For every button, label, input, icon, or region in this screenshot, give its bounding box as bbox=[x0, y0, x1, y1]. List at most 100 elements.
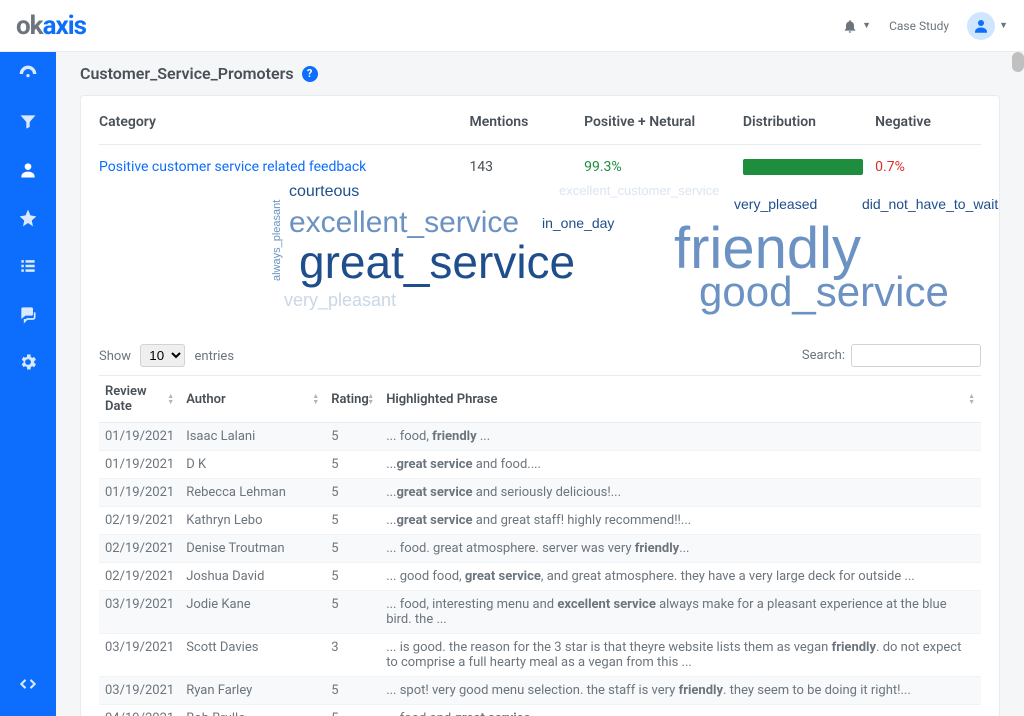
sort-icon: ▲▼ bbox=[968, 393, 975, 405]
cell-phrase: ... food, friendly ... bbox=[380, 423, 981, 451]
cell-rating: 5 bbox=[325, 535, 380, 563]
cell-date: 03/19/2021 bbox=[99, 634, 180, 677]
cell-phrase: ... food and great service... bbox=[380, 705, 981, 716]
wordcloud-term[interactable]: did_not_have_to_wait bbox=[862, 196, 998, 212]
th-distribution: Distribution bbox=[743, 114, 816, 130]
cell-date: 01/19/2021 bbox=[99, 479, 180, 507]
cell-rating: 5 bbox=[325, 705, 380, 716]
cell-date: 01/19/2021 bbox=[99, 423, 180, 451]
table-row: 02/19/2021Denise Troutman5... food. grea… bbox=[99, 535, 981, 563]
help-icon[interactable]: ? bbox=[302, 66, 318, 82]
entries-label: entries bbox=[195, 349, 235, 364]
logo-part2: axis bbox=[43, 11, 86, 41]
cell-rating: 5 bbox=[325, 423, 380, 451]
topbar: okaxis ▼ Case Study ▼ bbox=[0, 0, 1024, 52]
cell-phrase: ...great service and food.... bbox=[380, 451, 981, 479]
show-label: Show bbox=[99, 349, 131, 364]
sidebar-users[interactable] bbox=[16, 158, 40, 182]
search-input[interactable] bbox=[851, 344, 981, 367]
sidebar-settings[interactable] bbox=[16, 350, 40, 374]
cell-rating: 5 bbox=[325, 591, 380, 634]
cell-date: 01/19/2021 bbox=[99, 451, 180, 479]
positive-value: 99.3% bbox=[584, 159, 622, 175]
category-table: Category Mentions Positive + Netural Dis… bbox=[99, 114, 981, 175]
category-link[interactable]: Positive customer service related feedba… bbox=[99, 159, 366, 175]
cell-date: 03/19/2021 bbox=[99, 677, 180, 705]
cell-author: Jodie Kane bbox=[180, 591, 325, 634]
th-author[interactable]: Author▲▼ bbox=[180, 376, 325, 423]
cell-rating: 5 bbox=[325, 677, 380, 705]
search-label: Search: bbox=[802, 348, 845, 363]
sidebar-list[interactable] bbox=[16, 254, 40, 278]
cell-date: 02/19/2021 bbox=[99, 563, 180, 591]
sort-icon: ▲▼ bbox=[167, 393, 174, 405]
wordcloud-term[interactable]: excellent_customer_service bbox=[559, 183, 719, 198]
cell-author: Bob Brullo bbox=[180, 705, 325, 716]
th-mentions: Mentions bbox=[469, 114, 528, 130]
case-study-label: Case Study bbox=[889, 19, 949, 33]
scrollbar-thumb[interactable] bbox=[1012, 52, 1024, 72]
cell-date: 03/19/2021 bbox=[99, 591, 180, 634]
cell-date: 02/19/2021 bbox=[99, 535, 180, 563]
sidebar-dashboard[interactable] bbox=[16, 62, 40, 86]
cell-author: Scott Davies bbox=[180, 634, 325, 677]
distribution-bar bbox=[743, 159, 863, 175]
caret-down-icon: ▼ bbox=[999, 20, 1008, 31]
table-row: 03/19/2021Scott Davies3... is good. the … bbox=[99, 634, 981, 677]
reviews-table: Review Date▲▼ Author▲▼ Rating▲▼ Highligh… bbox=[99, 375, 981, 716]
main-content: Customer_Service_Promoters ? Category Me… bbox=[56, 0, 1024, 716]
user-menu[interactable]: ▼ bbox=[967, 12, 1008, 40]
cell-rating: 5 bbox=[325, 451, 380, 479]
cell-phrase: ... spot! very good menu selection. the … bbox=[380, 677, 981, 705]
wordcloud-term[interactable]: always_pleasant bbox=[271, 200, 283, 281]
cell-author: Kathryn Lebo bbox=[180, 507, 325, 535]
wordcloud-term[interactable]: good_service bbox=[699, 268, 949, 316]
wordcloud-term[interactable]: very_pleasant bbox=[284, 290, 396, 311]
th-pos-neutral: Positive + Netural bbox=[584, 114, 695, 130]
cell-phrase: ...great service and seriously delicious… bbox=[380, 479, 981, 507]
category-card: Category Mentions Positive + Netural Dis… bbox=[80, 95, 1000, 716]
sort-icon: ▲▼ bbox=[367, 393, 374, 405]
cell-date: 02/19/2021 bbox=[99, 507, 180, 535]
cell-phrase: ... food, interesting menu and excellent… bbox=[380, 591, 981, 634]
sidebar-filter[interactable] bbox=[16, 110, 40, 134]
cell-author: Joshua David bbox=[180, 563, 325, 591]
sidebar bbox=[0, 0, 56, 716]
cell-author: Rebecca Lehman bbox=[180, 479, 325, 507]
cell-rating: 5 bbox=[325, 563, 380, 591]
table-row: 02/19/2021Joshua David5... good food, gr… bbox=[99, 563, 981, 591]
logo-part1: ok bbox=[16, 11, 43, 41]
entries-select[interactable]: 10 bbox=[140, 344, 185, 367]
wordcloud-term[interactable]: very_pleased bbox=[734, 196, 817, 212]
cell-author: Isaac Lalani bbox=[180, 423, 325, 451]
cell-rating: 5 bbox=[325, 479, 380, 507]
cell-date: 04/19/2021 bbox=[99, 705, 180, 716]
sidebar-chat[interactable] bbox=[16, 302, 40, 326]
table-row: 01/19/2021D K5...great service and food.… bbox=[99, 451, 981, 479]
notifications-bell[interactable]: ▼ bbox=[842, 18, 871, 34]
wordcloud-term[interactable]: great_service bbox=[299, 235, 575, 289]
table-row: 02/19/2021Kathryn Lebo5...great service … bbox=[99, 507, 981, 535]
table-row: 04/19/2021Bob Brullo5... food and great … bbox=[99, 705, 981, 716]
th-review-date[interactable]: Review Date▲▼ bbox=[99, 376, 180, 423]
wordcloud-term[interactable]: courteous bbox=[289, 183, 359, 201]
cell-rating: 5 bbox=[325, 507, 380, 535]
cell-rating: 3 bbox=[325, 634, 380, 677]
sidebar-star[interactable] bbox=[16, 206, 40, 230]
brand-logo[interactable]: okaxis bbox=[16, 11, 86, 41]
wordcloud-term[interactable]: in_one_day bbox=[542, 215, 614, 231]
sort-icon: ▲▼ bbox=[312, 393, 319, 405]
th-phrase[interactable]: Highlighted Phrase▲▼ bbox=[380, 376, 981, 423]
category-row: Positive customer service related feedba… bbox=[99, 145, 981, 176]
cell-phrase: ... is good. the reason for the 3 star i… bbox=[380, 634, 981, 677]
cell-author: Denise Troutman bbox=[180, 535, 325, 563]
avatar-icon bbox=[967, 12, 995, 40]
cell-phrase: ... good food, great service, and great … bbox=[380, 563, 981, 591]
page-title: Customer_Service_Promoters ? bbox=[80, 64, 1000, 83]
sidebar-code[interactable] bbox=[16, 672, 40, 696]
caret-down-icon: ▼ bbox=[862, 20, 871, 31]
th-rating[interactable]: Rating▲▼ bbox=[325, 376, 380, 423]
cell-phrase: ...great service and great staff! highly… bbox=[380, 507, 981, 535]
table-row: 01/19/2021Rebecca Lehman5...great servic… bbox=[99, 479, 981, 507]
table-row: 01/19/2021Isaac Lalani5... food, friendl… bbox=[99, 423, 981, 451]
